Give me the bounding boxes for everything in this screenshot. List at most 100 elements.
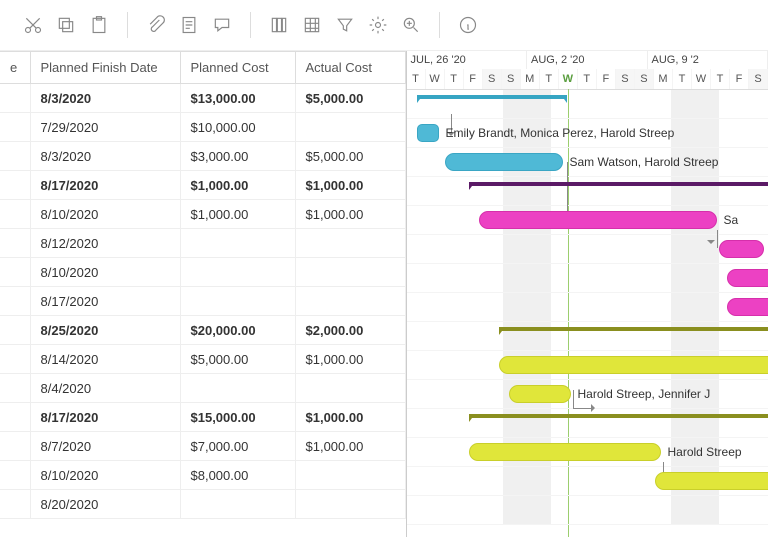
grid-icon[interactable] — [297, 10, 327, 40]
notes-icon[interactable] — [174, 10, 204, 40]
task-bar[interactable]: Harold Streep, Jennifer J — [509, 385, 571, 403]
task-bar[interactable]: Sa — [479, 211, 717, 229]
cell-actual-cost[interactable]: $1,000.00 — [295, 200, 405, 229]
cell-finish-date[interactable]: 8/3/2020 — [30, 142, 180, 171]
cell-planned-cost[interactable]: $5,000.00 — [180, 345, 295, 374]
cell-planned-cost[interactable] — [180, 374, 295, 403]
cell-actual-cost[interactable] — [295, 258, 405, 287]
table-row[interactable]: 8/17/2020 — [0, 287, 405, 316]
paste-icon[interactable] — [84, 10, 114, 40]
table-row[interactable]: 8/25/2020 $20,000.00 $2,000.00 — [0, 316, 405, 345]
cell-planned-cost[interactable]: $15,000.00 — [180, 403, 295, 432]
table-row[interactable]: 8/3/2020 $13,000.00 $5,000.00 — [0, 84, 405, 113]
table-row[interactable]: 8/3/2020 $3,000.00 $5,000.00 — [0, 142, 405, 171]
table-row[interactable]: 8/14/2020 $5,000.00 $1,000.00 — [0, 345, 405, 374]
cut-icon[interactable] — [18, 10, 48, 40]
gantt-chart[interactable]: JUL, 26 '20AUG, 2 '20AUG, 9 '2 TWTFSSMTW… — [407, 51, 768, 537]
cell-finish-date[interactable]: 7/29/2020 — [30, 113, 180, 142]
cell-planned-cost[interactable]: $3,000.00 — [180, 142, 295, 171]
task-bar[interactable]: Emily Brandt, Monica Perez, Harold Stree… — [417, 124, 439, 142]
table-row[interactable]: 8/7/2020 $7,000.00 $1,000.00 — [0, 432, 405, 461]
cell-actual-cost[interactable]: $2,000.00 — [295, 316, 405, 345]
table-row[interactable]: 8/10/2020 $8,000.00 — [0, 461, 405, 490]
gantt-row[interactable] — [407, 90, 768, 119]
zoom-icon[interactable] — [396, 10, 426, 40]
table-row[interactable]: 8/10/2020 — [0, 258, 405, 287]
cell-finish-date[interactable]: 8/20/2020 — [30, 490, 180, 519]
table-row[interactable]: 8/12/2020 — [0, 229, 405, 258]
cell-planned-cost[interactable]: $1,000.00 — [180, 171, 295, 200]
table-row[interactable]: 7/29/2020 $10,000.00 — [0, 113, 405, 142]
gantt-row[interactable] — [407, 496, 768, 525]
task-bar[interactable]: Sam Watson, Harold Streep — [445, 153, 563, 171]
task-bar[interactable]: Ha — [727, 269, 768, 287]
columns-icon[interactable] — [264, 10, 294, 40]
cell-planned-cost[interactable] — [180, 490, 295, 519]
cell-actual-cost[interactable]: $1,000.00 — [295, 432, 405, 461]
cell-actual-cost[interactable] — [295, 229, 405, 258]
gantt-row[interactable]: Sa — [407, 206, 768, 235]
cell-finish-date[interactable]: 8/3/2020 — [30, 84, 180, 113]
col-header-planned-cost[interactable]: Planned Cost — [180, 52, 295, 84]
cell-finish-date[interactable]: 8/4/2020 — [30, 374, 180, 403]
task-bar[interactable] — [727, 298, 768, 316]
cell-actual-cost[interactable]: $1,000.00 — [295, 403, 405, 432]
cell-planned-cost[interactable] — [180, 258, 295, 287]
task-bar[interactable] — [655, 472, 768, 490]
cell-planned-cost[interactable] — [180, 229, 295, 258]
cell-actual-cost[interactable]: $5,000.00 — [295, 84, 405, 113]
cell-actual-cost[interactable] — [295, 113, 405, 142]
cell-actual-cost[interactable]: $5,000.00 — [295, 142, 405, 171]
table-row[interactable]: 8/17/2020 $15,000.00 $1,000.00 — [0, 403, 405, 432]
table-row[interactable]: 8/4/2020 — [0, 374, 405, 403]
cell-actual-cost[interactable] — [295, 490, 405, 519]
gantt-row[interactable]: Harold Streep, Jennifer J — [407, 380, 768, 409]
cell-actual-cost[interactable]: $1,000.00 — [295, 171, 405, 200]
gantt-row[interactable] — [407, 467, 768, 496]
gantt-row[interactable] — [407, 409, 768, 438]
cell-finish-date[interactable]: 8/17/2020 — [30, 287, 180, 316]
table-row[interactable]: 8/17/2020 $1,000.00 $1,000.00 — [0, 171, 405, 200]
cell-actual-cost[interactable]: $1,000.00 — [295, 345, 405, 374]
cell-finish-date[interactable]: 8/12/2020 — [30, 229, 180, 258]
cell-finish-date[interactable]: 8/10/2020 — [30, 461, 180, 490]
cell-finish-date[interactable]: 8/25/2020 — [30, 316, 180, 345]
cell-finish-date[interactable]: 8/10/2020 — [30, 258, 180, 287]
col-header-id[interactable]: e — [0, 52, 30, 84]
copy-icon[interactable] — [51, 10, 81, 40]
col-header-actual-cost[interactable]: Actual Cost — [295, 52, 405, 84]
cell-actual-cost[interactable] — [295, 461, 405, 490]
cell-planned-cost[interactable] — [180, 287, 295, 316]
cell-finish-date[interactable]: 8/17/2020 — [30, 403, 180, 432]
col-header-finish[interactable]: Planned Finish Date — [30, 52, 180, 84]
cell-finish-date[interactable]: 8/7/2020 — [30, 432, 180, 461]
cell-planned-cost[interactable]: $8,000.00 — [180, 461, 295, 490]
task-bar[interactable]: Harold Streep — [469, 443, 661, 461]
task-bar[interactable] — [719, 240, 764, 258]
attach-icon[interactable] — [141, 10, 171, 40]
summary-bar[interactable] — [469, 414, 768, 422]
cell-planned-cost[interactable]: $10,000.00 — [180, 113, 295, 142]
summary-bar[interactable] — [417, 95, 567, 103]
cell-planned-cost[interactable]: $13,000.00 — [180, 84, 295, 113]
table-row[interactable]: 8/20/2020 — [0, 490, 405, 519]
cell-planned-cost[interactable]: $7,000.00 — [180, 432, 295, 461]
cell-planned-cost[interactable]: $1,000.00 — [180, 200, 295, 229]
cell-finish-date[interactable]: 8/10/2020 — [30, 200, 180, 229]
task-bar[interactable] — [499, 356, 768, 374]
cell-actual-cost[interactable] — [295, 374, 405, 403]
cell-finish-date[interactable]: 8/14/2020 — [30, 345, 180, 374]
table-row[interactable]: 8/10/2020 $1,000.00 $1,000.00 — [0, 200, 405, 229]
cell-finish-date[interactable]: 8/17/2020 — [30, 171, 180, 200]
gantt-row[interactable]: Harold Streep — [407, 438, 768, 467]
gantt-row[interactable] — [407, 293, 768, 322]
gantt-row[interactable]: Ha — [407, 264, 768, 293]
summary-bar[interactable] — [469, 182, 768, 190]
settings-icon[interactable] — [363, 10, 393, 40]
gantt-row[interactable] — [407, 177, 768, 206]
gantt-row[interactable] — [407, 351, 768, 380]
info-icon[interactable] — [453, 10, 483, 40]
gantt-body[interactable]: Emily Brandt, Monica Perez, Harold Stree… — [407, 90, 768, 525]
summary-bar[interactable] — [499, 327, 768, 335]
comment-icon[interactable] — [207, 10, 237, 40]
